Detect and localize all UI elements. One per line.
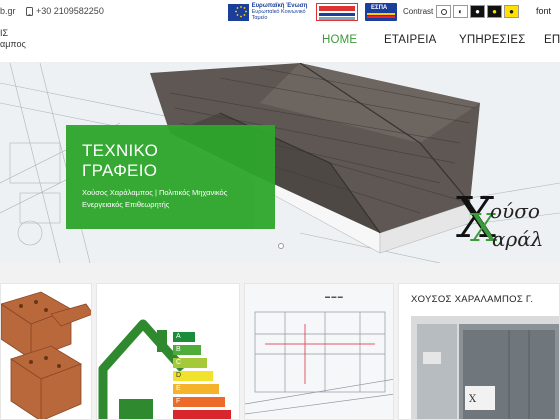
- nav-home[interactable]: HOME: [322, 34, 357, 46]
- hero-caption-box: ΤΕΧΝΙΚΟ ΓΡΑΦΕΙΟ Χούσος Χαράλαμπος | Πολι…: [66, 125, 275, 229]
- architectural-plans-image: ▬ ▬ ▬: [245, 284, 393, 419]
- eye-icon: ●: [492, 7, 497, 16]
- svg-text:X: X: [469, 394, 477, 405]
- energy-bar-e: E: [173, 384, 219, 394]
- svg-text:▬ ▬ ▬: ▬ ▬ ▬: [325, 294, 343, 300]
- energy-bar-g: [173, 410, 231, 419]
- site-logo[interactable]: ΙΣ αμπος: [0, 28, 26, 50]
- energy-bar-f: F: [173, 397, 225, 407]
- moon-icon: ◐: [458, 7, 463, 16]
- font-size-control[interactable]: font: [536, 6, 551, 16]
- office-facade-image: X: [411, 316, 559, 419]
- phone-link[interactable]: +30 2109582250: [26, 6, 104, 16]
- espa-logo: ΕΣΠΑ: [365, 3, 397, 21]
- eye-icon: ●: [509, 7, 514, 16]
- energy-bar-d: D: [173, 371, 213, 381]
- email-link[interactable]: b.gr: [0, 6, 16, 16]
- service-card-plans[interactable]: ▬ ▬ ▬: [244, 283, 394, 420]
- contrast-default-button[interactable]: [436, 5, 451, 18]
- contrast-yellow-on-black-button[interactable]: ●: [487, 5, 502, 18]
- service-card-bricks[interactable]: [0, 283, 92, 420]
- services-section: A B C D E F ▬ ▬ ▬ ΧΟΥΣΟΣ ΧΑΡΑΛΑΜΠΟΣ Γ. X: [0, 263, 560, 420]
- eu-logo: Ευρωπαϊκή Ένωση Ευρωπαϊκό Κοινωνικό Ταμε…: [228, 3, 308, 21]
- energy-bar-b: B: [173, 345, 201, 355]
- circle-icon: [440, 8, 447, 15]
- hero-subtitle: Χούσος Χαράλαμπος | Πολιτικός Μηχανικός …: [82, 187, 227, 210]
- espa-label: ΕΣΠΑ: [371, 5, 388, 11]
- brand-word-1: ούσο: [490, 199, 540, 223]
- bricks-image: [1, 284, 91, 419]
- eu-flag-icon: [228, 3, 249, 21]
- phone-icon: [26, 6, 33, 16]
- contrast-label: Contrast: [403, 7, 434, 16]
- hero-title-line-1: ΤΕΧΝΙΚΟ: [82, 141, 159, 160]
- ellada-2014-2020-logo: [316, 3, 358, 21]
- logo-line-1: ΙΣ: [0, 28, 9, 38]
- service-card-energy-certificate[interactable]: A B C D E F: [96, 283, 240, 420]
- phone-number: +30 2109582250: [36, 6, 104, 16]
- hero-title: ΤΕΧΝΙΚΟ ΓΡΑΦΕΙΟ: [82, 141, 158, 182]
- main-header: ΙΣ αμπος HOME ΕΤΑΙΡΕΙΑ ΥΠΗΡΕΣΙΕΣ ΕΠ: [0, 24, 560, 63]
- nav-services[interactable]: ΥΠΗΡΕΣΙΕΣ: [459, 34, 526, 46]
- owner-card[interactable]: ΧΟΥΣΟΣ ΧΑΡΑΛΑΜΠΟΣ Γ. X: [398, 283, 560, 420]
- logo-line-2: αμπος: [0, 38, 26, 49]
- energy-bar-a: A: [173, 332, 195, 342]
- contrast-light-button[interactable]: ◐: [453, 5, 468, 18]
- brand-word-2: αράλ: [492, 227, 544, 251]
- eye-icon: ●: [475, 7, 480, 16]
- contrast-dark-button[interactable]: ●: [470, 5, 485, 18]
- nav-company[interactable]: ΕΤΑΙΡΕΙΑ: [384, 34, 437, 46]
- contrast-black-on-yellow-button[interactable]: ●: [504, 5, 519, 18]
- page: b.gr +30 2109582250 Ευρωπαϊκή Ένωση Ευρω…: [0, 0, 560, 420]
- slider-dot[interactable]: [278, 243, 284, 249]
- hero-subtitle-line-2: Ενεργειακός Επιθεωρητής: [82, 199, 170, 209]
- hero-title-line-2: ΓΡΑΦΕΙΟ: [82, 161, 158, 181]
- top-bar: b.gr +30 2109582250 Ευρωπαϊκή Ένωση Ευρω…: [0, 0, 560, 24]
- nav-more[interactable]: ΕΠ: [544, 34, 560, 46]
- energy-bar-c: C: [173, 358, 207, 368]
- eu-fund: Ευρωπαϊκό Κοινωνικό Ταμείο: [251, 9, 306, 22]
- hero-slider[interactable]: ΤΕΧΝΙΚΟ ΓΡΑΦΕΙΟ Χούσος Χαράλαμπος | Πολι…: [0, 63, 560, 263]
- hero-subtitle-line-1: Χούσος Χαράλαμπος | Πολιτικός Μηχανικός: [82, 188, 228, 197]
